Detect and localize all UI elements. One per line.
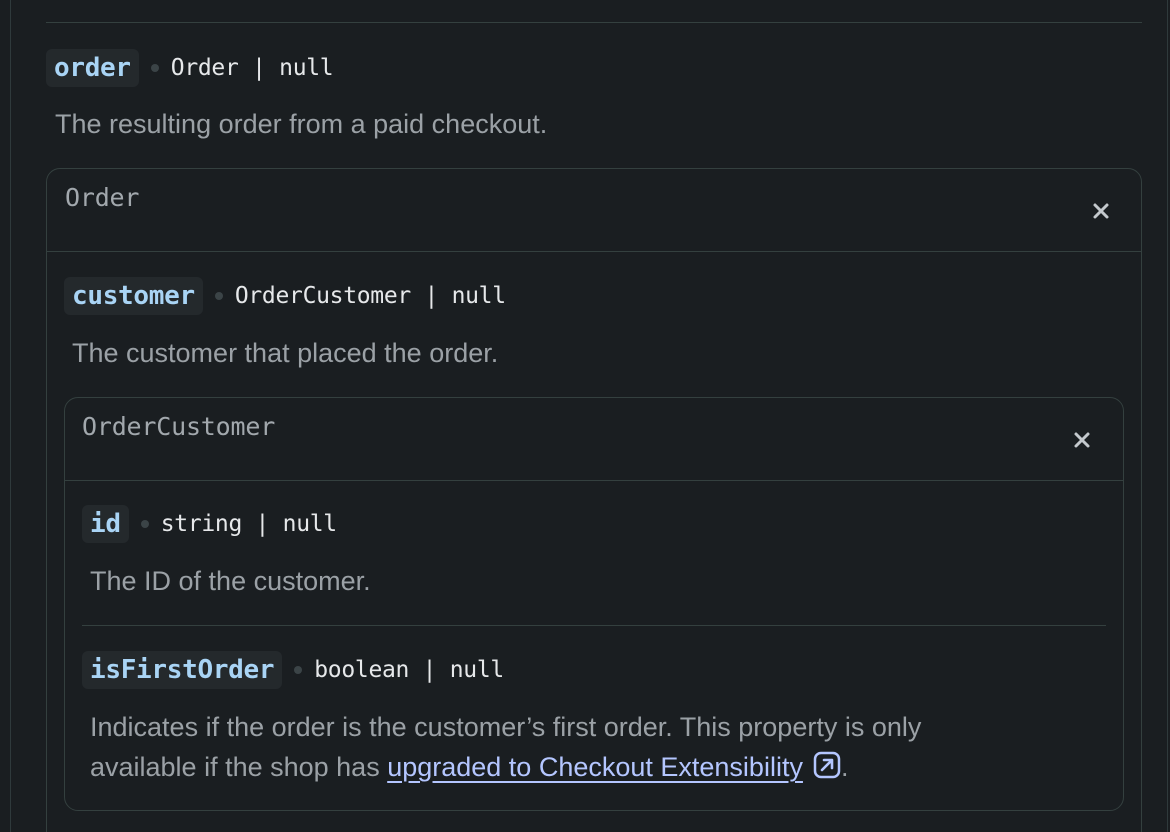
customer-property-header: customer OrderCustomer | null: [64, 277, 506, 315]
property-type-customer: OrderCustomer | null: [234, 283, 506, 309]
property-type-is-first-order: boolean | null: [314, 657, 504, 683]
order-panel-title: Order: [65, 183, 140, 212]
property-name-id: id: [82, 505, 129, 543]
order-customer-panel-close-button[interactable]: [1067, 425, 1097, 455]
property-name-customer: customer: [64, 277, 203, 315]
id-property-header: id string | null: [82, 505, 337, 543]
order-customer-panel-title: OrderCustomer: [82, 412, 276, 441]
separator-dot: [214, 292, 223, 300]
order-description: The resulting order from a paid checkout…: [55, 109, 548, 139]
is-first-order-description-line1: Indicates if the order is the customer’s…: [90, 712, 922, 742]
checkout-extensibility-link-text: upgraded to Checkout Extensibility: [387, 752, 803, 782]
checkout-extensibility-link[interactable]: upgraded to Checkout Extensibility: [387, 752, 803, 782]
order-panel-header: Order: [47, 169, 1141, 252]
is-first-order-description-line2: available if the shop has: [90, 752, 388, 782]
id-description: The ID of the customer.: [90, 566, 371, 596]
order-panel-close-button[interactable]: [1086, 196, 1116, 226]
separator-dot: [150, 64, 159, 72]
close-icon: [1093, 203, 1109, 219]
property-name-order: order: [46, 49, 139, 87]
top-divider: [46, 22, 1142, 23]
property-divider: [82, 625, 1106, 626]
is-first-order-description-suffix: .: [840, 752, 849, 782]
order-customer-panel-header: OrderCustomer: [65, 398, 1123, 481]
property-type-id: string | null: [160, 511, 337, 537]
is-first-order-description: Indicates if the order is the customer’s…: [90, 707, 1110, 790]
separator-dot: [294, 666, 303, 674]
page: order Order | null The resulting order f…: [0, 0, 1170, 832]
order-property-header: order Order | null: [46, 49, 334, 87]
property-type-order: Order | null: [170, 55, 334, 81]
order-type-panel: Order customer OrderCustomer | null The …: [46, 168, 1142, 832]
order-customer-type-panel: OrderCustomer id string | null The ID of…: [64, 397, 1124, 811]
separator-dot: [140, 520, 149, 528]
property-name-is-first-order: isFirstOrder: [82, 651, 283, 689]
close-icon: [1074, 432, 1090, 448]
external-link-icon[interactable]: [813, 750, 841, 790]
customer-description: The customer that placed the order.: [72, 338, 499, 368]
is-first-order-property-header: isFirstOrder boolean | null: [82, 651, 504, 689]
